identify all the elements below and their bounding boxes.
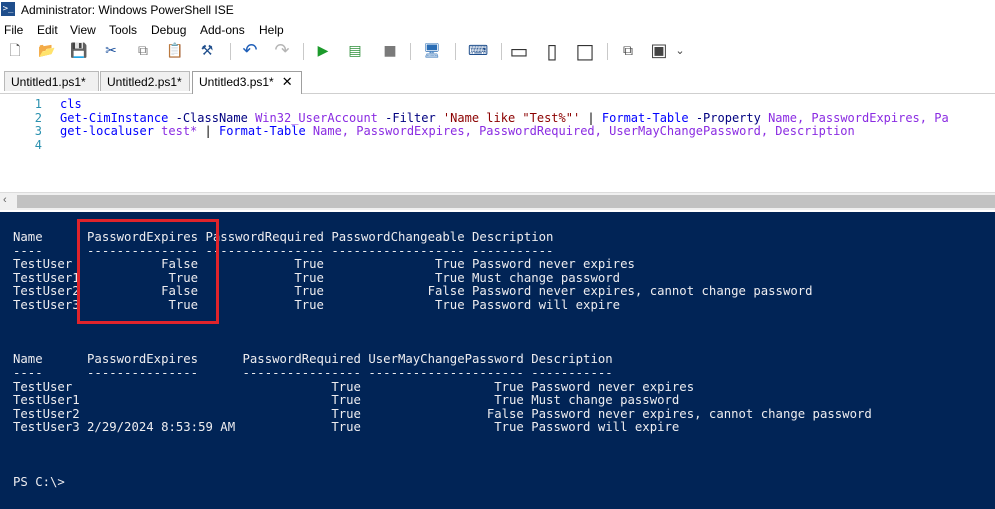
stop-icon[interactable]: ■ bbox=[381, 42, 399, 60]
tab-untitled3[interactable]: Untitled3.ps1* ✕ bbox=[192, 71, 302, 94]
code-token: test* bbox=[153, 124, 198, 138]
code-line-3[interactable]: get-localuser test* | Format-Table Name,… bbox=[60, 124, 855, 138]
menu-tools[interactable]: Tools bbox=[109, 23, 137, 37]
code-token: | bbox=[197, 124, 219, 138]
toolbar-separator bbox=[501, 43, 502, 60]
code-token: -ClassName bbox=[168, 110, 248, 125]
title-bar: >_ Administrator: Windows PowerShell ISE bbox=[0, 0, 995, 20]
menu-edit[interactable]: Edit bbox=[37, 23, 58, 37]
show-script-pane-icon[interactable]: ⧉ bbox=[619, 42, 637, 60]
code-token: Format-Table bbox=[601, 110, 689, 125]
menu-help[interactable]: Help bbox=[259, 23, 284, 37]
open-folder-icon[interactable]: 📂 bbox=[38, 42, 56, 60]
tab-label: Untitled3.ps1* bbox=[199, 75, 274, 89]
console-line: TestUser1 True True Must change password bbox=[13, 393, 680, 408]
toolbar-separator bbox=[607, 43, 608, 60]
code-line-1[interactable]: cls bbox=[60, 97, 82, 111]
code-token: -Property bbox=[688, 110, 761, 125]
scrollbar-thumb[interactable] bbox=[17, 195, 995, 208]
script-editor[interactable]: 1 2 3 4 cls Get-CimInstance -ClassName W… bbox=[0, 94, 995, 192]
line-number: 3 bbox=[34, 124, 42, 138]
code-token: Name, PasswordExpires, Pa bbox=[760, 110, 949, 125]
toolbar: 🗋 📂 💾 ✂ ⧉ 📋 ⚒ ↶ ↷ ▶ ▤ ■ 🖥 ⌨ ▭ ▯ □ ⧉ ▣ ⌄ bbox=[0, 39, 995, 64]
script-tabs: Untitled1.ps1* Untitled2.ps1* Untitled3.… bbox=[0, 69, 995, 94]
menu-add-ons[interactable]: Add-ons bbox=[200, 23, 245, 37]
close-tab-icon[interactable]: ✕ bbox=[282, 74, 293, 89]
show-commands-icon[interactable]: ▣ bbox=[650, 42, 668, 60]
layout-right-icon[interactable]: ▯ bbox=[543, 41, 561, 61]
toolbar-separator bbox=[455, 43, 456, 60]
console-line: TestUser3 2/29/2024 8:53:59 AM True True… bbox=[13, 420, 680, 435]
scroll-left-icon[interactable]: ‹ bbox=[3, 194, 7, 206]
tab-label: Untitled1.ps1* bbox=[11, 75, 86, 89]
redo-icon[interactable]: ↷ bbox=[273, 42, 291, 60]
menu-file[interactable]: File bbox=[4, 23, 23, 37]
code-token: Get-CimInstance bbox=[60, 110, 169, 125]
code-token: cls bbox=[60, 97, 82, 111]
toolbar-separator bbox=[410, 43, 411, 60]
new-file-icon[interactable]: 🗋 bbox=[6, 42, 24, 60]
code-token: Win32_UserAccount bbox=[247, 110, 378, 125]
editor-horizontal-scrollbar[interactable]: ‹ bbox=[0, 192, 995, 210]
code-line-2[interactable]: Get-CimInstance -ClassName Win32_UserAcc… bbox=[60, 111, 949, 125]
copy-icon[interactable]: ⧉ bbox=[134, 42, 152, 60]
code-token: 'Name like "Test%"' bbox=[435, 110, 581, 125]
layout-top-icon[interactable]: ▭ bbox=[510, 41, 529, 61]
tab-untitled2[interactable]: Untitled2.ps1* bbox=[100, 71, 190, 91]
console-line: Name PasswordExpires PasswordRequired Us… bbox=[13, 352, 613, 367]
tab-label: Untitled2.ps1* bbox=[107, 75, 182, 89]
remote-powershell-icon[interactable]: 🖥 bbox=[423, 42, 441, 60]
console-line: ---- --------------- ---------------- --… bbox=[13, 366, 613, 380]
menu-debug[interactable]: Debug bbox=[151, 23, 186, 37]
cut-icon[interactable]: ✂ bbox=[102, 42, 120, 60]
code-token: Format-Table bbox=[218, 124, 306, 138]
tab-untitled1[interactable]: Untitled1.ps1* bbox=[4, 71, 99, 91]
window-title: Administrator: Windows PowerShell ISE bbox=[21, 3, 234, 17]
menu-view[interactable]: View bbox=[70, 23, 96, 37]
highlight-box bbox=[77, 219, 219, 324]
line-number: 1 bbox=[34, 97, 42, 111]
powershell-ise-icon: >_ bbox=[1, 2, 15, 16]
code-token: Name, PasswordExpires, PasswordRequired,… bbox=[305, 124, 855, 138]
console-line: TestUser2 True False Password never expi… bbox=[13, 406, 872, 421]
code-token: -Filter bbox=[377, 110, 436, 125]
save-icon[interactable]: 💾 bbox=[70, 42, 88, 60]
run-selection-icon[interactable]: ▤ bbox=[346, 42, 364, 60]
console-prompt[interactable]: PS C:\> bbox=[13, 475, 65, 490]
menu-bar: File Edit View Tools Debug Add-ons Help bbox=[0, 20, 995, 39]
layout-maximize-icon[interactable]: □ bbox=[576, 41, 595, 61]
code-token: | bbox=[580, 110, 602, 125]
run-script-icon[interactable]: ▶ bbox=[314, 42, 332, 60]
toolbar-separator bbox=[230, 43, 231, 60]
line-number: 4 bbox=[34, 137, 42, 152]
start-powershell-icon[interactable]: ⌨ bbox=[468, 42, 488, 60]
console-line: TestUser True True Password never expire… bbox=[13, 379, 695, 394]
undo-icon[interactable]: ↶ bbox=[241, 42, 259, 60]
code-token: get-localuser bbox=[60, 124, 154, 138]
line-number: 2 bbox=[34, 110, 42, 125]
toolbar-separator bbox=[303, 43, 304, 60]
toolbar-overflow-icon[interactable]: ⌄ bbox=[675, 42, 685, 60]
paste-icon[interactable]: 📋 bbox=[166, 42, 184, 60]
clear-console-icon[interactable]: ⚒ bbox=[198, 42, 216, 60]
